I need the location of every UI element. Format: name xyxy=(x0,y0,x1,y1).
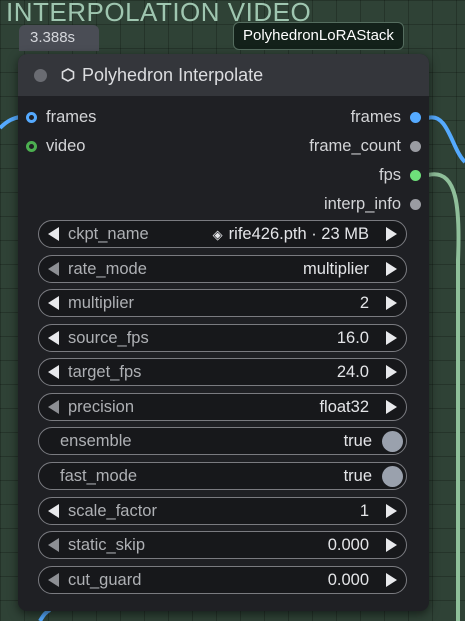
decrement-arrow-icon[interactable] xyxy=(48,365,59,379)
output-dot-frame-count[interactable] xyxy=(410,140,421,152)
widget-label: multiplier xyxy=(68,293,135,312)
decrement-arrow-icon[interactable] xyxy=(48,400,59,414)
input-slot-frames[interactable]: frames xyxy=(26,106,96,128)
collapse-toggle[interactable] xyxy=(34,68,47,82)
output-label-frames: frames xyxy=(350,107,401,126)
widget-label: precision xyxy=(68,397,135,416)
increment-arrow-icon[interactable] xyxy=(386,331,397,345)
output-dot-frames[interactable] xyxy=(410,111,421,123)
widget-label: static_skip xyxy=(68,535,146,554)
decrement-arrow-icon[interactable] xyxy=(48,538,59,552)
widget-value: multiplier xyxy=(302,259,369,278)
decrement-arrow-icon[interactable] xyxy=(48,573,59,587)
widget-value: 24.0 xyxy=(336,362,369,381)
increment-arrow-icon[interactable] xyxy=(386,400,397,414)
widget-label: ckpt_name xyxy=(68,224,149,243)
wire-bottom xyxy=(38,608,51,621)
decrement-arrow-icon[interactable] xyxy=(48,262,59,276)
increment-arrow-icon[interactable] xyxy=(386,504,397,518)
widget-rate-mode[interactable]: rate_mode multiplier xyxy=(38,255,407,283)
widget-cut-guard[interactable]: cut_guard 0.000 xyxy=(38,566,407,594)
output-dot-fps[interactable] xyxy=(410,169,421,181)
increment-arrow-icon[interactable] xyxy=(386,296,397,310)
output-slot-frame-count[interactable]: frame_count xyxy=(309,135,421,157)
wire-fps-out xyxy=(427,172,461,621)
widget-target-fps[interactable]: target_fps 24.0 xyxy=(38,358,407,386)
diamond-icon: ◈ xyxy=(212,226,223,242)
widget-label: source_fps xyxy=(68,328,149,347)
output-slot-fps[interactable]: fps xyxy=(379,164,421,186)
output-label-interp-info: interp_info xyxy=(323,194,401,213)
widget-label: cut_guard xyxy=(68,570,142,589)
widget-value: true xyxy=(343,466,372,485)
wire-frames-in xyxy=(0,115,21,130)
widget-label: rate_mode xyxy=(68,259,147,278)
decrement-arrow-icon[interactable] xyxy=(48,504,59,518)
decrement-arrow-icon[interactable] xyxy=(48,227,59,241)
toggle-knob[interactable] xyxy=(382,465,403,487)
output-slot-frames[interactable]: frames xyxy=(351,106,421,128)
input-dot-video[interactable] xyxy=(26,140,37,152)
node-header[interactable]: Polyhedron Interpolate xyxy=(18,54,429,96)
widget-value: 1 xyxy=(359,501,369,520)
increment-arrow-icon[interactable] xyxy=(386,365,397,379)
input-label-video: video xyxy=(46,136,86,155)
increment-arrow-icon[interactable] xyxy=(386,262,397,276)
wire-frames-out xyxy=(427,115,465,164)
node-title: Polyhedron Interpolate xyxy=(82,64,264,85)
input-slot-video[interactable]: video xyxy=(26,135,85,157)
adjacent-node-title[interactable]: PolyhedronLoRAStack xyxy=(233,22,404,50)
increment-arrow-icon[interactable] xyxy=(386,538,397,552)
decrement-arrow-icon[interactable] xyxy=(48,331,59,345)
hexagon-icon xyxy=(61,68,75,82)
widget-precision[interactable]: precision float32 xyxy=(38,393,407,421)
widget-ckpt-name[interactable]: ckpt_name ◈ rife426.pth · 23 MB xyxy=(38,220,407,248)
widget-value: true xyxy=(343,431,372,450)
increment-arrow-icon[interactable] xyxy=(386,573,397,587)
polyhedron-interpolate-node[interactable]: Polyhedron Interpolate frames video fram… xyxy=(18,54,429,611)
widget-value: float32 xyxy=(319,397,369,416)
widget-value: 2 xyxy=(359,293,369,312)
widget-value: 16.0 xyxy=(336,328,369,347)
widget-label: scale_factor xyxy=(68,501,157,520)
widget-source-fps[interactable]: source_fps 16.0 xyxy=(38,324,407,352)
output-slot-interp-info[interactable]: interp_info xyxy=(324,193,421,215)
widget-label: target_fps xyxy=(68,362,142,381)
widget-fast-mode[interactable]: fast_mode true xyxy=(38,462,407,490)
widget-ensemble[interactable]: ensemble true xyxy=(38,427,407,455)
output-dot-interp-info[interactable] xyxy=(410,198,421,210)
widget-label: ensemble xyxy=(60,431,132,450)
decrement-arrow-icon[interactable] xyxy=(48,296,59,310)
widget-static-skip[interactable]: static_skip 0.000 xyxy=(38,531,407,559)
output-label-frame-count: frame_count xyxy=(309,136,401,155)
execution-time-badge: 3.388s xyxy=(19,25,99,51)
widget-value: 0.000 xyxy=(327,570,369,589)
increment-arrow-icon[interactable] xyxy=(386,227,397,241)
input-label-frames: frames xyxy=(46,107,97,126)
toggle-knob[interactable] xyxy=(382,430,403,452)
output-label-fps: fps xyxy=(378,165,401,184)
widget-value: 0.000 xyxy=(327,535,369,554)
input-dot-frames[interactable] xyxy=(26,111,37,123)
widget-label: fast_mode xyxy=(60,466,138,485)
widget-multiplier[interactable]: multiplier 2 xyxy=(38,289,407,317)
widget-scale-factor[interactable]: scale_factor 1 xyxy=(38,497,407,525)
widget-value: ◈ rife426.pth · 23 MB xyxy=(212,224,369,243)
